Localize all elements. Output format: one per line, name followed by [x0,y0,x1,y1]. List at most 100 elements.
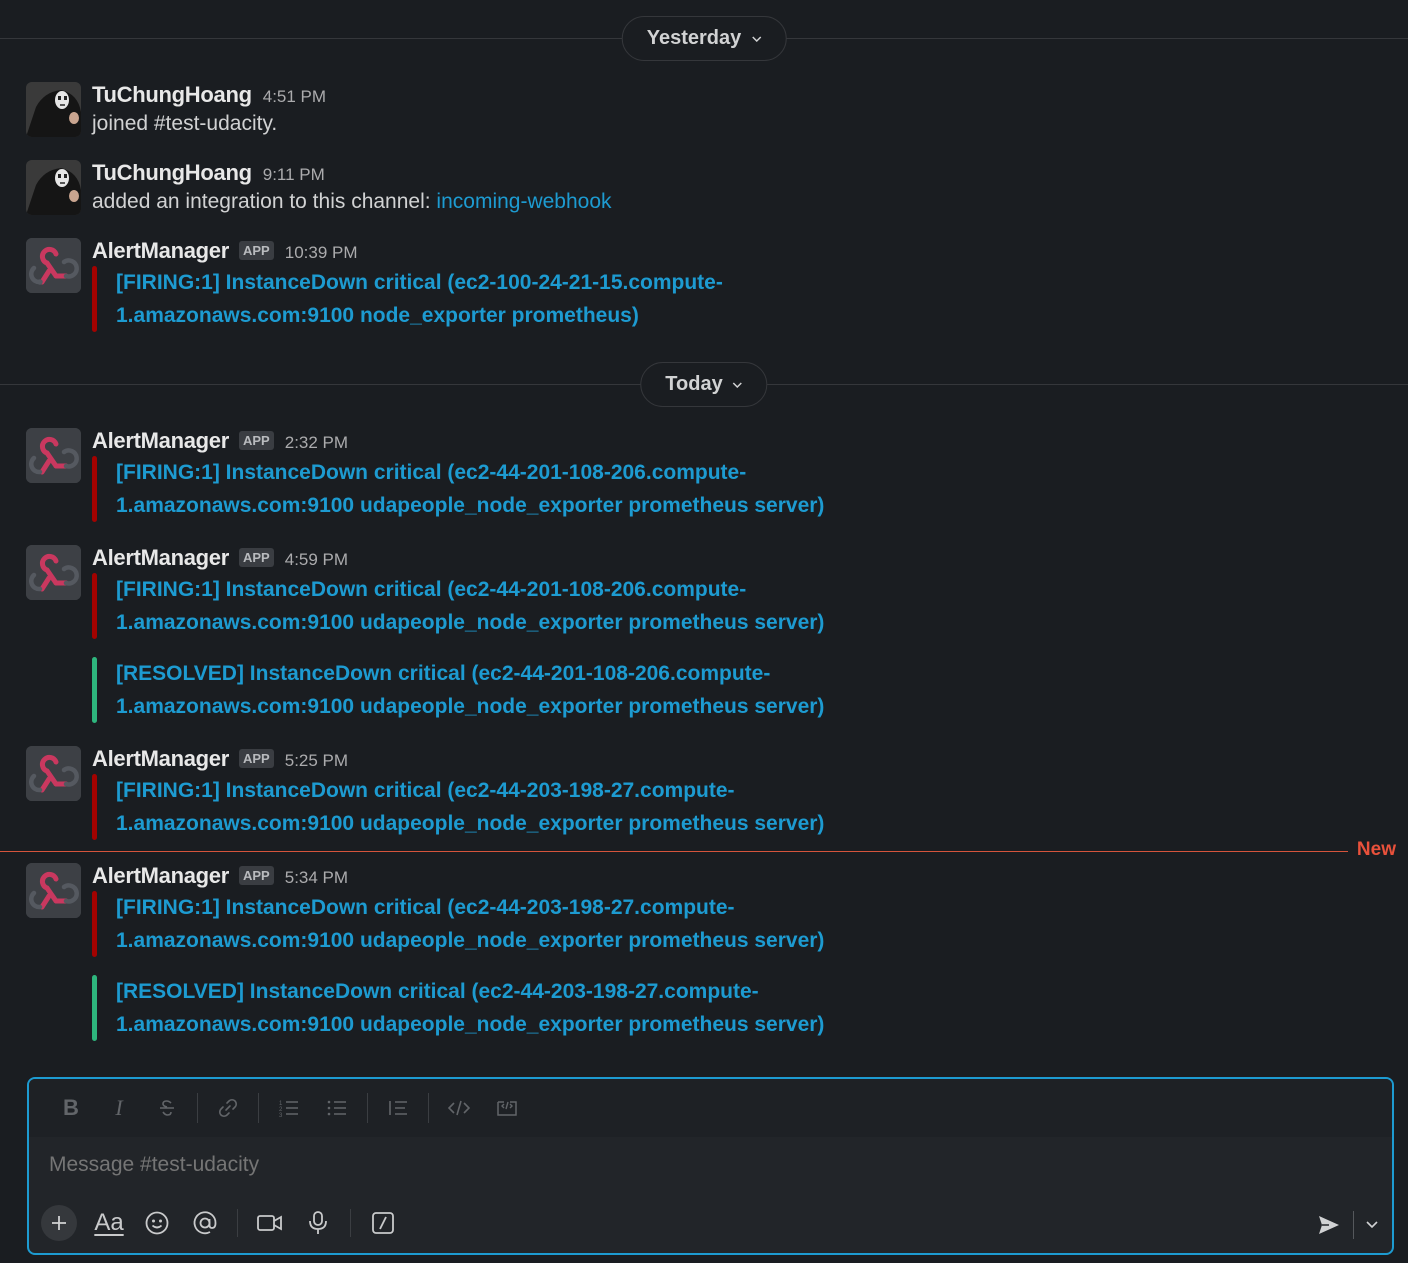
toolbar-separator [258,1093,259,1123]
timestamp[interactable]: 9:11 PM [263,165,325,185]
alert-attachment: [RESOLVED] InstanceDown critical (ec2-44… [92,657,852,723]
firing-status-bar [92,266,97,332]
avatar[interactable] [26,428,81,483]
author-name[interactable]: AlertManager [92,746,229,772]
date-divider-today: Today [0,362,1408,408]
alert-link-line1[interactable]: [FIRING:1] InstanceDown critical (ec2-44… [116,774,852,807]
formatting-toolbar: B I 123 [29,1079,1392,1137]
message-input[interactable] [49,1153,1249,1177]
chevron-down-icon [751,35,761,42]
timestamp[interactable]: 4:59 PM [285,550,348,570]
message-header: AlertManager APP 5:34 PM [92,863,348,889]
alert-link-line1[interactable]: [RESOLVED] InstanceDown critical (ec2-44… [116,657,852,690]
author-name[interactable]: AlertManager [92,863,229,889]
avatar[interactable] [26,863,81,918]
app-badge: APP [239,548,274,567]
message-header: AlertManager APP 10:39 PM [92,238,358,264]
message-header: TuChungHoang 4:51 PM [92,82,326,108]
new-messages-line [0,851,1348,852]
bulleted-list-icon[interactable] [313,1088,361,1128]
message-item: TuChungHoang 4:51 PM joined #test-udacit… [26,82,1388,142]
message-item: AlertManager APP 2:32 PM [FIRING:1] Inst… [26,428,1388,523]
alert-link-line1[interactable]: [FIRING:1] InstanceDown critical (ec2-44… [116,456,852,489]
message-text: added an integration to this channel: in… [92,190,612,214]
alert-link-line2[interactable]: 1.amazonaws.com:9100 udapeople_node_expo… [116,690,852,723]
link-icon[interactable] [204,1088,252,1128]
alert-attachment: [FIRING:1] InstanceDown critical (ec2-44… [92,891,852,957]
timestamp[interactable]: 4:51 PM [263,87,326,107]
webhook-icon [26,428,81,483]
avatar[interactable] [26,545,81,600]
alert-attachment: [FIRING:1] InstanceDown critical (ec2-44… [92,774,852,840]
send-icon[interactable] [1317,1214,1341,1236]
firing-status-bar [92,456,97,522]
alert-link-line2[interactable]: 1.amazonaws.com:9100 udapeople_node_expo… [116,606,852,639]
avatar[interactable] [26,238,81,293]
alert-link-line1[interactable]: [FIRING:1] InstanceDown critical (ec2-10… [116,266,852,299]
message-header: AlertManager APP 5:25 PM [92,746,348,772]
chevron-down-icon[interactable] [1366,1221,1378,1229]
alert-link-line1[interactable]: [RESOLVED] InstanceDown critical (ec2-44… [116,975,852,1008]
author-name[interactable]: AlertManager [92,428,229,454]
new-messages-label: New [1356,839,1396,860]
toolbar-separator [197,1093,198,1123]
app-badge: APP [239,431,274,450]
bold-icon[interactable]: B [47,1088,95,1128]
firing-status-bar [92,774,97,840]
message-item: AlertManager APP 5:34 PM [FIRING:1] Inst… [26,863,1388,1043]
message-header: AlertManager APP 4:59 PM [92,545,348,571]
alert-attachment: [FIRING:1] InstanceDown critical (ec2-44… [92,456,852,522]
shortcuts-icon[interactable] [359,1203,407,1243]
code-icon[interactable] [435,1088,483,1128]
plus-icon[interactable] [41,1205,77,1241]
alert-attachment: [RESOLVED] InstanceDown critical (ec2-44… [92,975,852,1041]
alert-link-line1[interactable]: [FIRING:1] InstanceDown critical (ec2-44… [116,891,852,924]
avatar[interactable] [26,746,81,801]
formatting-label: Aa [94,1209,124,1236]
integration-link[interactable]: incoming-webhook [436,190,611,213]
author-name[interactable]: AlertManager [92,545,229,571]
timestamp[interactable]: 5:34 PM [285,868,348,888]
author-name[interactable]: TuChungHoang [92,160,252,186]
date-divider-yesterday: Yesterday [0,16,1408,62]
toolbar-separator [428,1093,429,1123]
message-composer: B I 123 Aa [27,1077,1394,1255]
microphone-icon[interactable] [294,1203,342,1243]
app-badge: APP [239,866,274,885]
author-name[interactable]: AlertManager [92,238,229,264]
avatar[interactable] [26,160,81,215]
toolbar-separator [367,1093,368,1123]
send-separator [1353,1211,1354,1239]
svg-text:3: 3 [279,1113,283,1118]
alert-link-line2[interactable]: 1.amazonaws.com:9100 udapeople_node_expo… [116,924,852,957]
alert-link-line2[interactable]: 1.amazonaws.com:9100 udapeople_node_expo… [116,1008,852,1041]
webhook-icon [26,863,81,918]
ordered-list-icon[interactable]: 123 [265,1088,313,1128]
message-item: AlertManager APP 5:25 PM [FIRING:1] Inst… [26,746,1388,841]
app-badge: APP [239,749,274,768]
alert-link-line2[interactable]: 1.amazonaws.com:9100 node_exporter prome… [116,299,852,332]
chevron-down-icon [733,381,743,388]
avatar[interactable] [26,82,81,137]
emoji-icon[interactable] [133,1203,181,1243]
alert-link-line2[interactable]: 1.amazonaws.com:9100 udapeople_node_expo… [116,489,852,522]
date-jump-button[interactable]: Today [640,362,768,407]
alert-link-line2[interactable]: 1.amazonaws.com:9100 udapeople_node_expo… [116,807,852,840]
app-badge: APP [239,241,274,260]
strikethrough-icon[interactable] [143,1088,191,1128]
video-icon[interactable] [246,1203,294,1243]
italic-icon[interactable]: I [95,1088,143,1128]
author-name[interactable]: TuChungHoang [92,82,252,108]
formatting-icon[interactable]: Aa [85,1203,133,1243]
alert-link-line1[interactable]: [FIRING:1] InstanceDown critical (ec2-44… [116,573,852,606]
webhook-icon [26,746,81,801]
date-jump-button[interactable]: Yesterday [621,16,787,61]
resolved-status-bar [92,657,97,723]
timestamp[interactable]: 2:32 PM [285,433,348,453]
code-block-icon[interactable] [483,1088,531,1128]
mention-icon[interactable] [181,1203,229,1243]
blockquote-icon[interactable] [374,1088,422,1128]
timestamp[interactable]: 5:25 PM [285,751,348,771]
alert-attachment: [FIRING:1] InstanceDown critical (ec2-10… [92,266,852,332]
timestamp[interactable]: 10:39 PM [285,243,358,263]
